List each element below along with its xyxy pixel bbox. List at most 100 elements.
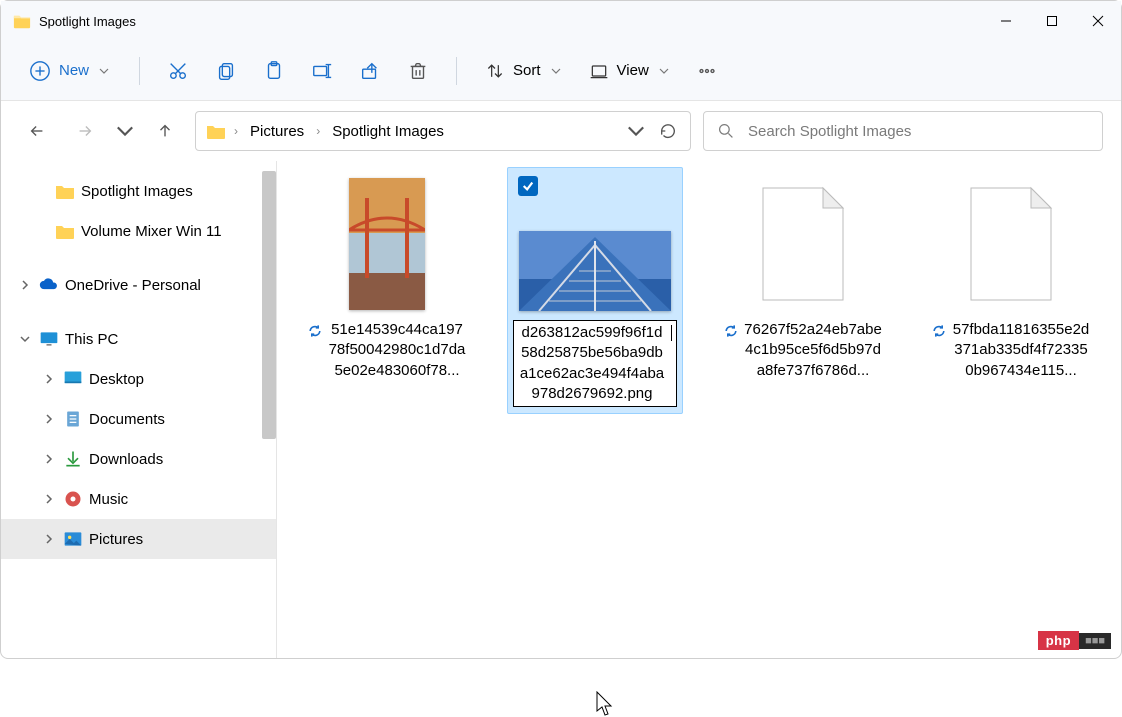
search-input[interactable] [746,122,1088,141]
forward-button[interactable] [67,113,103,149]
file-label: 76267f52a24eb7abe4c1b95ce5f6d5b97da8fe73… [723,320,883,381]
sidebar-item-spotlight-images[interactable]: Spotlight Images [1,171,276,211]
monitor-icon [39,329,59,349]
file-list: 51e14539c44ca19778f50042980c1d7da5e02e48… [277,161,1121,658]
clipboard-icon [263,60,285,82]
close-button[interactable] [1075,1,1121,41]
sidebar-item-documents[interactable]: Documents [1,399,276,439]
chevron-right-icon: › [316,124,320,138]
file-item[interactable]: 57fbda11816355e2d371ab335df4f723350b9674… [923,167,1099,388]
refresh-icon [659,122,677,140]
documents-icon [63,409,83,429]
address-history-button[interactable] [624,113,648,149]
window-title: Spotlight Images [39,14,136,29]
sidebar-item-label: Music [89,491,128,508]
chevron-right-icon: › [234,124,238,138]
up-button[interactable] [147,113,183,149]
new-button-label: New [59,62,89,79]
image-thumbnail [519,231,671,311]
sync-icon [307,323,323,345]
address-bar[interactable]: › Pictures › Spotlight Images [195,111,691,151]
sync-icon [723,323,739,345]
expand-toggle[interactable] [17,331,33,347]
recent-button[interactable] [115,113,135,149]
expand-toggle[interactable] [41,531,57,547]
sidebar-item-label: Documents [89,411,165,428]
copy-button[interactable] [206,51,246,91]
sidebar-item-onedrive[interactable]: OneDrive - Personal [1,265,276,305]
sidebar-item-pictures[interactable]: Pictures [1,519,276,559]
navigation-pane: Spotlight Images Volume Mixer Win 11 One… [1,161,277,658]
cut-button[interactable] [158,51,198,91]
badge-right: ■■■ [1079,633,1111,649]
desktop-icon [63,369,83,389]
ellipsis-icon [696,60,718,82]
breadcrumb-pictures[interactable]: Pictures [246,121,308,142]
expand-toggle[interactable] [17,277,33,293]
sidebar-item-music[interactable]: Music [1,479,276,519]
folder-icon [13,12,31,30]
file-item-selected[interactable]: d263812ac599f96f1d58d25875be56ba9dba1ce6… [507,167,683,414]
minimize-button[interactable] [983,1,1029,41]
view-button-label: View [617,62,649,79]
search-box[interactable] [703,111,1103,151]
sidebar-item-label: Pictures [89,531,143,548]
sort-icon [485,61,505,81]
watermark-badge: php ■■■ [1038,631,1111,650]
share-button[interactable] [350,51,390,91]
file-item[interactable]: 76267f52a24eb7abe4c1b95ce5f6d5b97da8fe73… [715,167,891,388]
sidebar-item-desktop[interactable]: Desktop [1,359,276,399]
sidebar-item-label: Downloads [89,451,163,468]
image-thumbnail [349,178,425,310]
maximize-button[interactable] [1029,1,1075,41]
sidebar-item-label: Spotlight Images [81,183,193,200]
folder-icon [55,181,75,201]
delete-button[interactable] [398,51,438,91]
arrow-up-icon [156,122,174,140]
sidebar-item-label: Desktop [89,371,144,388]
chevron-down-icon [659,66,669,76]
sidebar-item-downloads[interactable]: Downloads [1,439,276,479]
copy-icon [215,60,237,82]
file-label: 51e14539c44ca19778f50042980c1d7da5e02e48… [307,320,467,381]
chevron-down-icon [627,122,645,140]
expand-toggle[interactable] [41,371,57,387]
pictures-icon [63,529,83,549]
chevron-down-icon [551,66,561,76]
expand-toggle[interactable] [41,491,57,507]
music-icon [63,489,83,509]
badge-left: php [1038,631,1079,650]
sidebar-scrollbar[interactable] [262,171,276,439]
new-button[interactable]: New [17,54,121,88]
document-icon [965,186,1057,302]
file-item[interactable]: 51e14539c44ca19778f50042980c1d7da5e02e48… [299,167,475,388]
title-bar: Spotlight Images [1,1,1121,41]
expand-toggle[interactable] [41,451,57,467]
expand-toggle[interactable] [41,411,57,427]
file-rename-input[interactable]: d263812ac599f96f1d58d25875be56ba9dba1ce6… [513,320,677,407]
search-icon [718,123,734,139]
back-button[interactable] [19,113,55,149]
sort-button-label: Sort [513,62,541,79]
sidebar-item-this-pc[interactable]: This PC [1,319,276,359]
paste-button[interactable] [254,51,294,91]
mouse-cursor-icon [596,691,614,717]
breadcrumb-spotlight-images[interactable]: Spotlight Images [328,121,448,142]
downloads-icon [63,449,83,469]
arrow-right-icon [76,122,94,140]
rename-button[interactable] [302,51,342,91]
refresh-button[interactable] [656,113,680,149]
nav-row: › Pictures › Spotlight Images [1,101,1121,161]
check-icon [522,180,534,192]
arrow-left-icon [28,122,46,140]
sort-button[interactable]: Sort [475,55,571,87]
view-button[interactable]: View [579,55,679,87]
selection-checkbox[interactable] [518,176,538,196]
chevron-down-icon [99,66,109,76]
share-icon [359,60,381,82]
cloud-icon [39,275,59,295]
more-button[interactable] [687,51,727,91]
sidebar-item-volume-mixer[interactable]: Volume Mixer Win 11 [1,211,276,251]
view-icon [589,61,609,81]
folder-icon [55,221,75,241]
